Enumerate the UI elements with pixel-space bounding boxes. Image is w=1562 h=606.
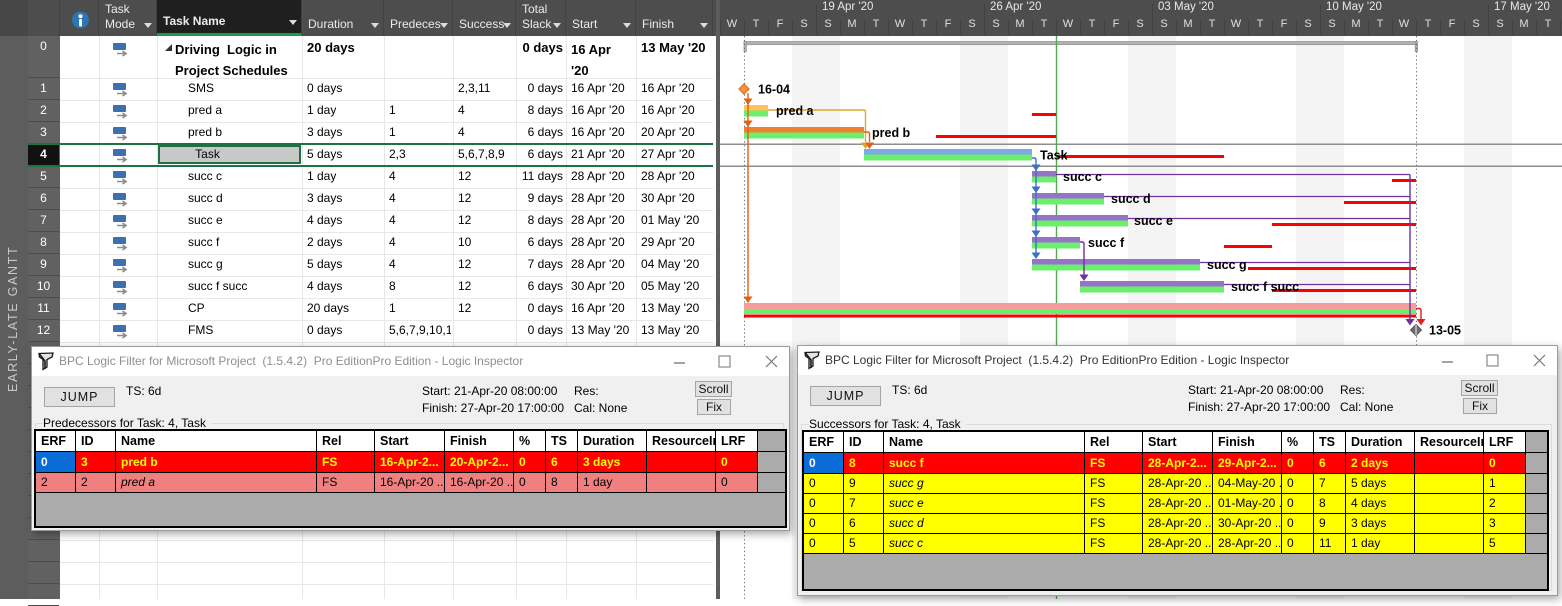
svg-text:13-05: 13-05 [1429, 324, 1461, 338]
svg-text:succ e: succ e [1134, 214, 1173, 228]
svg-text:pred a: pred a [776, 104, 815, 118]
svg-text:Task: Task [1040, 149, 1068, 163]
svg-text:succ f succ: succ f succ [1231, 280, 1299, 294]
svg-text:succ f: succ f [1088, 236, 1125, 250]
svg-text:pred b: pred b [872, 126, 911, 140]
svg-text:succ d: succ d [1111, 192, 1151, 206]
svg-text:succ c: succ c [1063, 170, 1102, 184]
svg-text:16-04: 16-04 [758, 83, 790, 97]
svg-text:succ g: succ g [1207, 258, 1247, 272]
